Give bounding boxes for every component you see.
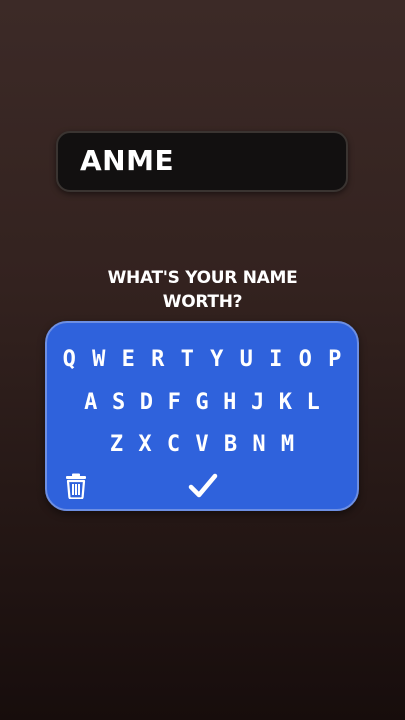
key-v[interactable]: V <box>188 432 217 458</box>
key-o[interactable]: O <box>291 347 321 373</box>
key-s[interactable]: S <box>105 390 133 416</box>
prompt-line-1: WHAT'S YOUR NAME <box>107 268 298 288</box>
key-x[interactable]: X <box>131 432 160 458</box>
name-display-text: ANME <box>80 144 175 177</box>
key-d[interactable]: D <box>133 390 161 416</box>
key-l[interactable]: L <box>299 390 327 416</box>
keyboard-row-1: Q W E R T Y U I O P <box>47 347 357 373</box>
key-q[interactable]: Q <box>55 347 85 373</box>
keyboard-row-2: A S D F G H J K L <box>47 390 357 416</box>
key-m[interactable]: M <box>273 432 302 458</box>
key-f[interactable]: F <box>160 390 188 416</box>
name-display-field: ANME <box>56 131 348 192</box>
key-z[interactable]: Z <box>102 432 131 458</box>
delete-button[interactable] <box>64 473 88 500</box>
key-n[interactable]: N <box>245 432 274 458</box>
key-b[interactable]: B <box>216 432 245 458</box>
key-w[interactable]: W <box>84 347 114 373</box>
key-a[interactable]: A <box>77 390 105 416</box>
key-k[interactable]: K <box>271 390 299 416</box>
key-r[interactable]: R <box>143 347 173 373</box>
key-p[interactable]: P <box>320 347 350 373</box>
key-h[interactable]: H <box>216 390 244 416</box>
trash-icon <box>66 473 86 500</box>
checkmark-icon <box>188 473 218 498</box>
prompt-text: WHAT'S YOUR NAME WORTH? <box>0 266 405 314</box>
keyboard-row-3: Z X C V B N M <box>47 432 357 458</box>
key-c[interactable]: C <box>159 432 188 458</box>
key-e[interactable]: E <box>114 347 144 373</box>
key-t[interactable]: T <box>173 347 203 373</box>
key-i[interactable]: I <box>261 347 291 373</box>
key-g[interactable]: G <box>188 390 216 416</box>
confirm-button[interactable] <box>188 471 218 501</box>
key-j[interactable]: J <box>244 390 272 416</box>
key-u[interactable]: U <box>232 347 262 373</box>
prompt-line-2: WORTH? <box>162 292 243 312</box>
key-y[interactable]: Y <box>202 347 232 373</box>
on-screen-keyboard: Q W E R T Y U I O P A S D F G H J K L Z … <box>45 321 359 511</box>
